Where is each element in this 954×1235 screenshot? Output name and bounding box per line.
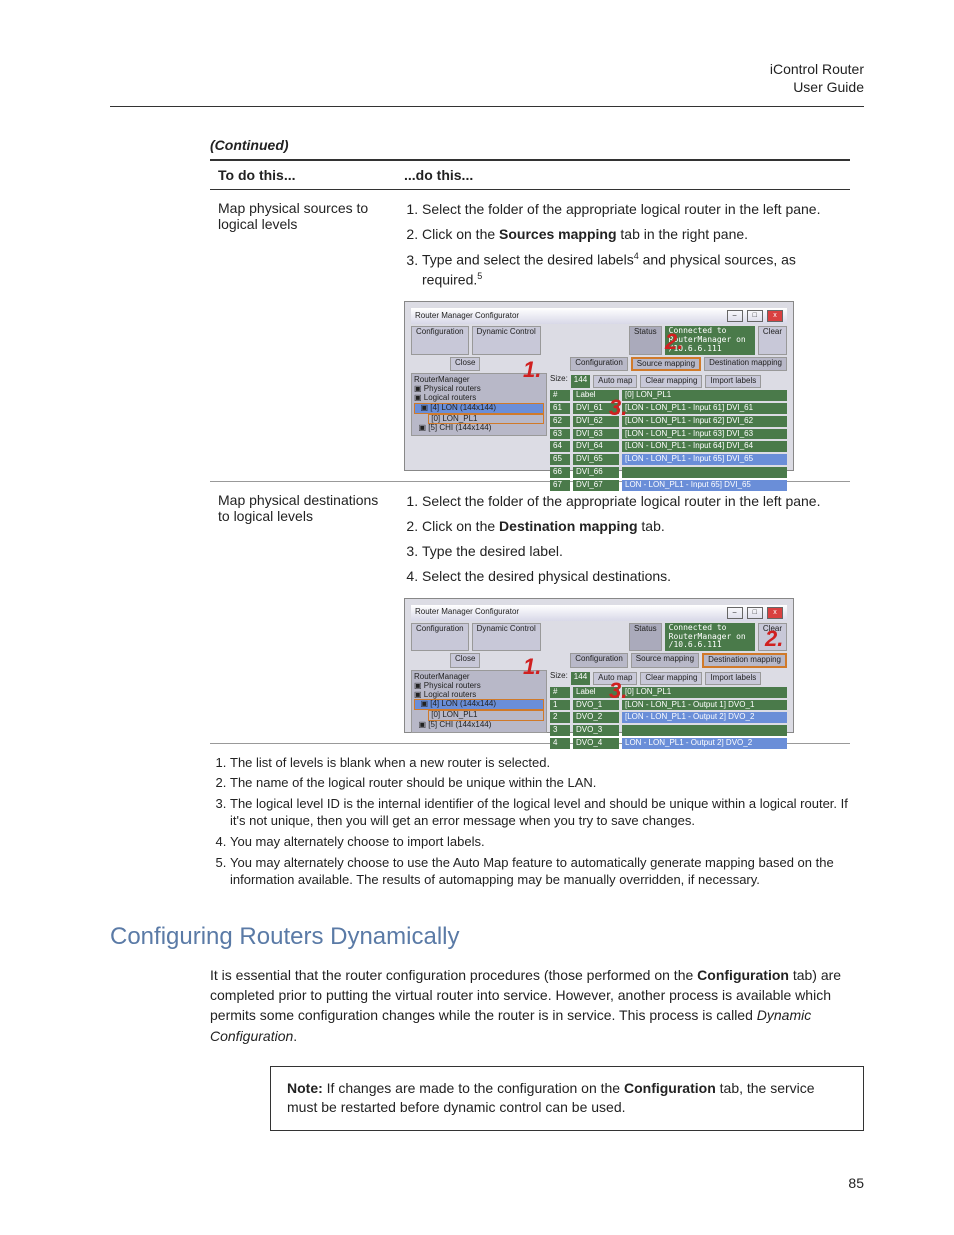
- col-num: #: [550, 687, 570, 698]
- section-paragraph: It is essential that the router configur…: [210, 965, 850, 1046]
- size-label: Size:: [550, 375, 568, 388]
- maximize-icon[interactable]: □: [747, 310, 763, 322]
- callout-2: 2.: [665, 330, 683, 354]
- tab-source-mapping[interactable]: Source mapping: [631, 653, 699, 668]
- status-label: Status: [629, 326, 662, 354]
- step: Click on the Destination mapping tab.: [422, 517, 842, 536]
- footnote: You may alternately choose to import lab…: [230, 833, 850, 851]
- header-rule: [110, 106, 864, 107]
- close-button[interactable]: Close: [450, 357, 480, 372]
- task-name: Map physical destinations to logical lev…: [210, 482, 396, 744]
- task-table: To do this... ...do this... Map physical…: [210, 159, 850, 743]
- win-title: Router Manager Configurator: [415, 608, 519, 617]
- tab-dynamic[interactable]: Dynamic Control: [472, 623, 541, 651]
- continued-label: (Continued): [210, 137, 864, 153]
- tab-source-mapping[interactable]: Source mapping: [631, 357, 701, 372]
- callout-2: 2.: [765, 627, 783, 651]
- window-controls: – □ x: [725, 310, 783, 322]
- callout-3: 3.: [609, 679, 627, 703]
- col-num: #: [550, 390, 570, 401]
- step: Select the desired physical destinations…: [422, 567, 842, 586]
- footnote: You may alternately choose to use the Au…: [230, 854, 850, 889]
- step: Type the desired label.: [422, 542, 842, 561]
- tab-config[interactable]: Configuration: [570, 653, 628, 668]
- product-name: iControl Router: [110, 60, 864, 78]
- status-value: Connected to RouterManager on /10.6.6.11…: [665, 623, 755, 651]
- step: Select the folder of the appropriate log…: [422, 492, 842, 511]
- footnote: The list of levels is blank when a new r…: [230, 754, 850, 772]
- col-task: To do this...: [210, 160, 396, 190]
- screenshot-destinations: Router Manager Configurator – □ x Config…: [404, 598, 794, 733]
- win-title: Router Manager Configurator: [415, 312, 519, 321]
- close-icon[interactable]: x: [767, 607, 783, 619]
- callout-1: 1.: [523, 655, 541, 679]
- size-value[interactable]: 144: [571, 375, 590, 388]
- task-name: Map physical sources to logical levels: [210, 190, 396, 482]
- table-row: Map physical destinations to logical lev…: [210, 482, 850, 744]
- col-out: [0] LON_PL1: [622, 687, 787, 698]
- size-label: Size:: [550, 672, 568, 685]
- tab-dest-mapping[interactable]: Destination mapping: [704, 357, 787, 372]
- section-heading: Configuring Routers Dynamically: [110, 923, 864, 951]
- table-row: Map physical sources to logical levels S…: [210, 190, 850, 482]
- minimize-icon[interactable]: –: [727, 310, 743, 322]
- step: Type and select the desired labels4 and …: [422, 250, 842, 289]
- steps-list: Select the folder of the appropriate log…: [404, 492, 842, 586]
- close-icon[interactable]: x: [767, 310, 783, 322]
- col-out: [0] LON_PL1: [622, 390, 787, 401]
- steps-list: Select the folder of the appropriate log…: [404, 200, 842, 289]
- footnotes: The list of levels is blank when a new r…: [210, 754, 850, 889]
- doc-type: User Guide: [110, 78, 864, 96]
- import-button[interactable]: Import labels: [705, 672, 761, 685]
- close-button[interactable]: Close: [450, 653, 480, 668]
- clearmap-button[interactable]: Clear mapping: [640, 672, 702, 685]
- page-number: 85: [848, 1175, 864, 1191]
- step: Click on the Sources mapping tab in the …: [422, 225, 842, 244]
- automap-button[interactable]: Auto map: [593, 375, 637, 388]
- running-header: iControl Router User Guide: [110, 60, 864, 96]
- tab-dynamic[interactable]: Dynamic Control: [472, 326, 541, 354]
- import-button[interactable]: Import labels: [705, 375, 761, 388]
- router-tree[interactable]: RouterManager ▣ Physical routers ▣ Logic…: [411, 373, 547, 436]
- tab-configuration[interactable]: Configuration: [411, 623, 469, 651]
- tab-configuration[interactable]: Configuration: [411, 326, 469, 354]
- note-label: Note:: [287, 1080, 327, 1096]
- callout-3: 3.: [609, 396, 627, 420]
- footnote: The name of the logical router should be…: [230, 774, 850, 792]
- note-box: Note: If changes are made to the configu…: [270, 1066, 864, 1131]
- window-controls: – □ x: [725, 607, 783, 619]
- col-action: ...do this...: [396, 160, 850, 190]
- tab-dest-mapping[interactable]: Destination mapping: [702, 653, 787, 668]
- maximize-icon[interactable]: □: [747, 607, 763, 619]
- clear-button[interactable]: Clear: [758, 326, 787, 354]
- minimize-icon[interactable]: –: [727, 607, 743, 619]
- size-value[interactable]: 144: [571, 672, 590, 685]
- clearmap-button[interactable]: Clear mapping: [640, 375, 702, 388]
- router-tree[interactable]: RouterManager ▣ Physical routers ▣ Logic…: [411, 670, 547, 733]
- callout-1: 1.: [523, 358, 541, 382]
- tab-config[interactable]: Configuration: [570, 357, 628, 372]
- step: Select the folder of the appropriate log…: [422, 200, 842, 219]
- status-label: Status: [629, 623, 662, 651]
- screenshot-sources: Router Manager Configurator – □ x Config…: [404, 301, 794, 471]
- footnote: The logical level ID is the internal ide…: [230, 795, 850, 830]
